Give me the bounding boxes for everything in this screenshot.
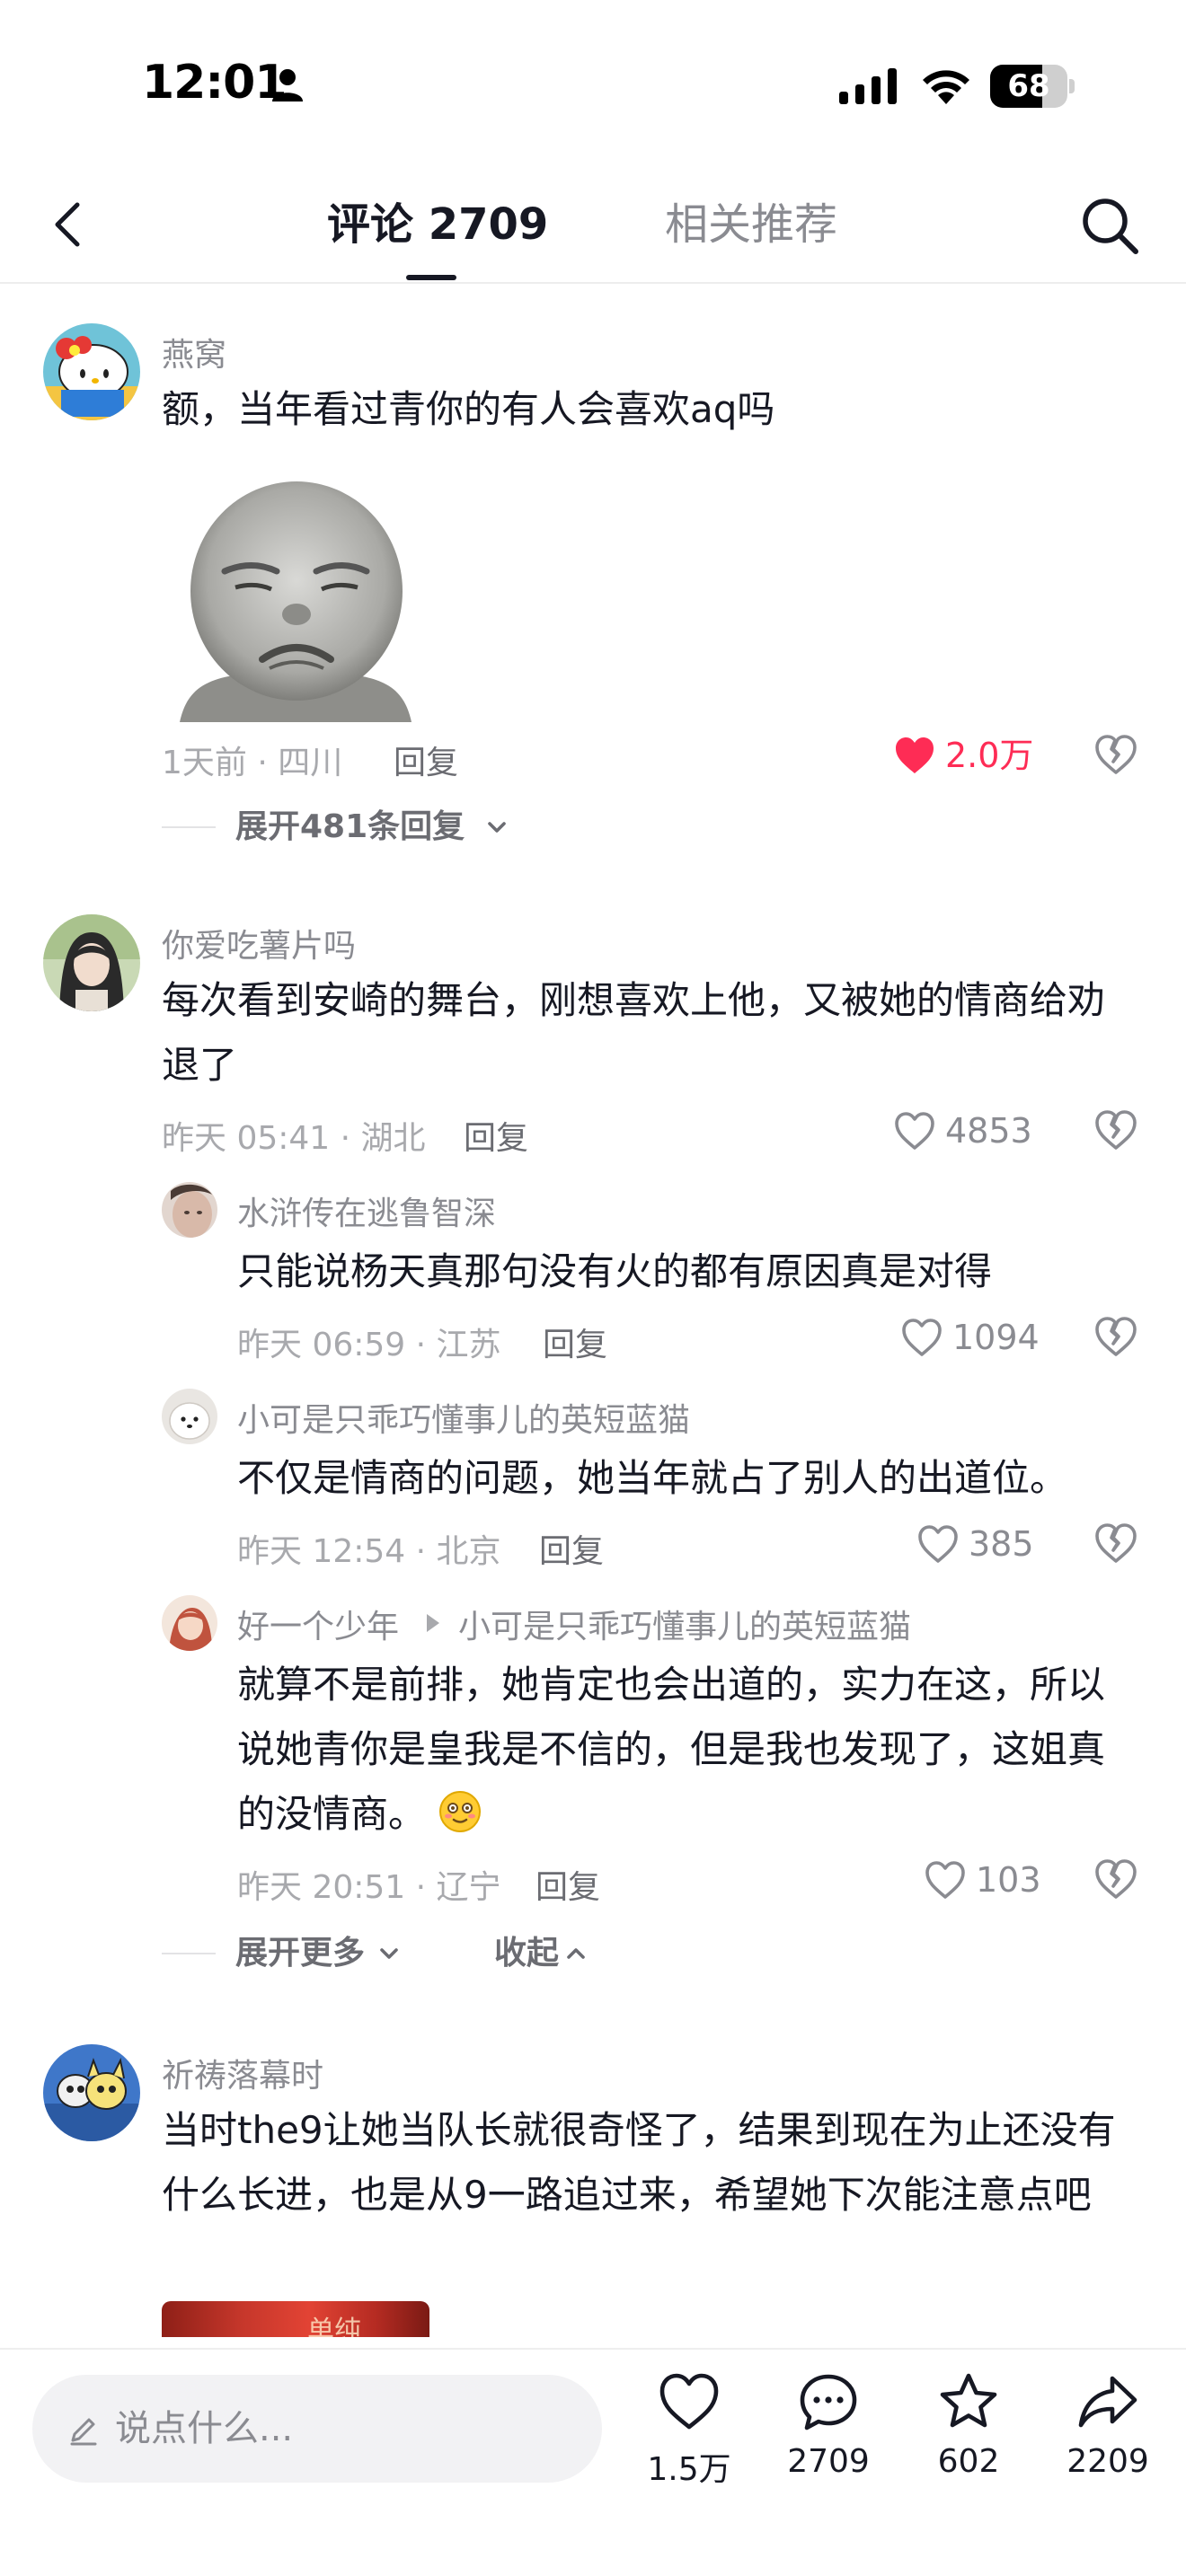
video-share-count: 2209	[1067, 2443, 1149, 2480]
heart-icon	[659, 2373, 719, 2430]
comment-bubble-icon	[800, 2374, 857, 2430]
battery-text: 68	[1007, 68, 1050, 104]
comment-meta: 1天前 · 四川	[162, 745, 343, 781]
share-button[interactable]: 2209	[1049, 2371, 1166, 2506]
like-button[interactable]: 385	[916, 1522, 1051, 1566]
comments-button[interactable]: 2709	[770, 2371, 887, 2506]
comment-input[interactable]: 说点什么...	[32, 2375, 602, 2483]
avatar[interactable]	[43, 2044, 140, 2141]
like-count: 2.0万	[945, 736, 1034, 775]
reply-meta: 昨天 06:59 · 江苏	[237, 1327, 501, 1363]
heart-outline-icon	[895, 1112, 934, 1150]
comment-username[interactable]: 燕窝	[162, 329, 226, 375]
video-favorite-count: 602	[937, 2443, 1000, 2480]
comment-input-placeholder: 说点什么...	[115, 2408, 294, 2449]
comment-username[interactable]: 祈祷落幕时	[162, 2050, 323, 2096]
tab-comments[interactable]: 评论 2709	[327, 198, 548, 251]
reply-button[interactable]: 回复	[464, 1112, 528, 1159]
avatar[interactable]	[43, 914, 140, 1011]
comment-username[interactable]: 你爱吃薯片吗	[162, 920, 356, 966]
comment-image-thumbnail[interactable]: 单纯	[162, 2301, 429, 2337]
reply-button[interactable]: 回复	[535, 1861, 600, 1908]
flushed-smile-emoji-icon	[439, 1791, 482, 1832]
star-icon	[940, 2373, 997, 2428]
reply-to-username[interactable]: 小可是只乖巧懂事儿的英短蓝猫	[458, 1601, 911, 1647]
avatar[interactable]	[162, 1182, 217, 1238]
like-count: 385	[969, 1524, 1034, 1564]
comment-text[interactable]: 额，当年看过青你的有人会喜欢aq吗	[162, 377, 1132, 442]
reply-text-content: 就算不是前排，她肯定也会出道的，实力在这，所以说她青你是皇我是不信的，但是我也发…	[237, 1663, 1106, 1836]
chevron-up-icon	[567, 1948, 585, 1959]
expand-replies-button[interactable]: 展开481条回复	[162, 805, 521, 850]
expand-more-button[interactable]: 展开更多	[162, 1931, 413, 1976]
chevron-down-icon	[380, 1948, 398, 1959]
dislike-broken-heart-icon[interactable]	[1094, 1315, 1137, 1358]
comments-header: 评论 2709 相关推荐	[0, 171, 1186, 284]
heart-filled-icon	[896, 737, 934, 773]
reply-arrow-icon	[427, 1614, 439, 1632]
reply-meta: 昨天 12:54 · 北京	[237, 1533, 501, 1570]
cellular-signal-icon	[839, 68, 897, 104]
video-comment-count: 2709	[787, 2443, 870, 2480]
expand-more-label: 展开更多	[235, 1935, 366, 1972]
reply-button[interactable]: 回复	[394, 737, 458, 783]
reply-button[interactable]: 回复	[543, 1319, 607, 1365]
heart-outline-icon	[925, 1861, 965, 1899]
heart-outline-icon	[902, 1319, 942, 1356]
status-bar: 12:01 68	[0, 0, 1186, 171]
collapse-label: 收起	[494, 1935, 560, 1972]
like-button[interactable]: 103	[924, 1857, 1049, 1902]
reply-username[interactable]: 水浒传在逃鲁智深	[237, 1187, 496, 1234]
expand-replies-label: 展开481条回复	[235, 808, 465, 845]
like-count: 1094	[952, 1318, 1040, 1357]
reply-meta: 昨天 20:51 · 辽宁	[237, 1869, 501, 1906]
dislike-broken-heart-icon[interactable]	[1094, 733, 1137, 776]
reply-text[interactable]: 不仅是情商的问题，她当年就占了别人的出道位。	[237, 1446, 1136, 1511]
like-video-button[interactable]: 1.5万	[631, 2371, 748, 2506]
active-tab-indicator	[406, 275, 456, 280]
bottom-action-bar: 说点什么... 1.5万 2709 602 2209	[0, 2348, 1186, 2576]
like-count: 4853	[945, 1111, 1032, 1151]
search-icon[interactable]	[1078, 194, 1141, 257]
battery-indicator: 68	[990, 65, 1075, 108]
avatar[interactable]	[162, 1389, 217, 1444]
dislike-broken-heart-icon[interactable]	[1094, 1108, 1137, 1151]
reply-text[interactable]: 就算不是前排，她肯定也会出道的，实力在这，所以说她青你是皇我是不信的，但是我也发…	[237, 1653, 1127, 1847]
comment-text[interactable]: 当时the9让她当队长就很奇怪了，结果到现在为止还没有什么长进，也是从9一路追过…	[162, 2098, 1141, 2228]
favorite-button[interactable]: 602	[910, 2371, 1027, 2506]
status-time: 12:01	[142, 56, 288, 110]
chevron-down-icon	[488, 822, 506, 833]
comment-meta: 昨天 05:41 · 湖北	[162, 1120, 426, 1157]
heart-outline-icon	[918, 1525, 958, 1563]
avatar[interactable]	[162, 1595, 217, 1651]
like-button[interactable]: 1094	[900, 1315, 1053, 1360]
person-icon	[272, 69, 303, 101]
like-button[interactable]: 4853	[893, 1108, 1046, 1153]
collapse-replies-button[interactable]: 收起	[494, 1931, 620, 1976]
share-arrow-icon	[1078, 2376, 1137, 2428]
reply-text[interactable]: 只能说杨天真那句没有火的都有原因真是对得	[237, 1239, 1127, 1304]
like-count: 103	[976, 1860, 1041, 1900]
like-button[interactable]: 2.0万	[893, 733, 1037, 778]
reply-button[interactable]: 回复	[539, 1525, 604, 1572]
video-like-count: 1.5万	[647, 2451, 731, 2488]
comment-text[interactable]: 每次看到安崎的舞台，刚想喜欢上他，又被她的情商给劝退了	[162, 968, 1123, 1098]
back-chevron-icon[interactable]	[43, 196, 97, 253]
dislike-broken-heart-icon[interactable]	[1094, 1857, 1137, 1901]
tab-related-recommendations[interactable]: 相关推荐	[665, 198, 837, 251]
wifi-icon	[923, 70, 969, 104]
reply-username[interactable]: 好一个少年	[237, 1601, 399, 1647]
dislike-broken-heart-icon[interactable]	[1094, 1522, 1137, 1565]
avatar[interactable]	[43, 323, 140, 420]
reply-username[interactable]: 小可是只乖巧懂事儿的英短蓝猫	[237, 1394, 690, 1441]
comment-sticker-image[interactable]	[162, 456, 429, 722]
thumbnail-caption: 单纯	[307, 2316, 361, 2337]
pencil-icon	[70, 2418, 97, 2446]
